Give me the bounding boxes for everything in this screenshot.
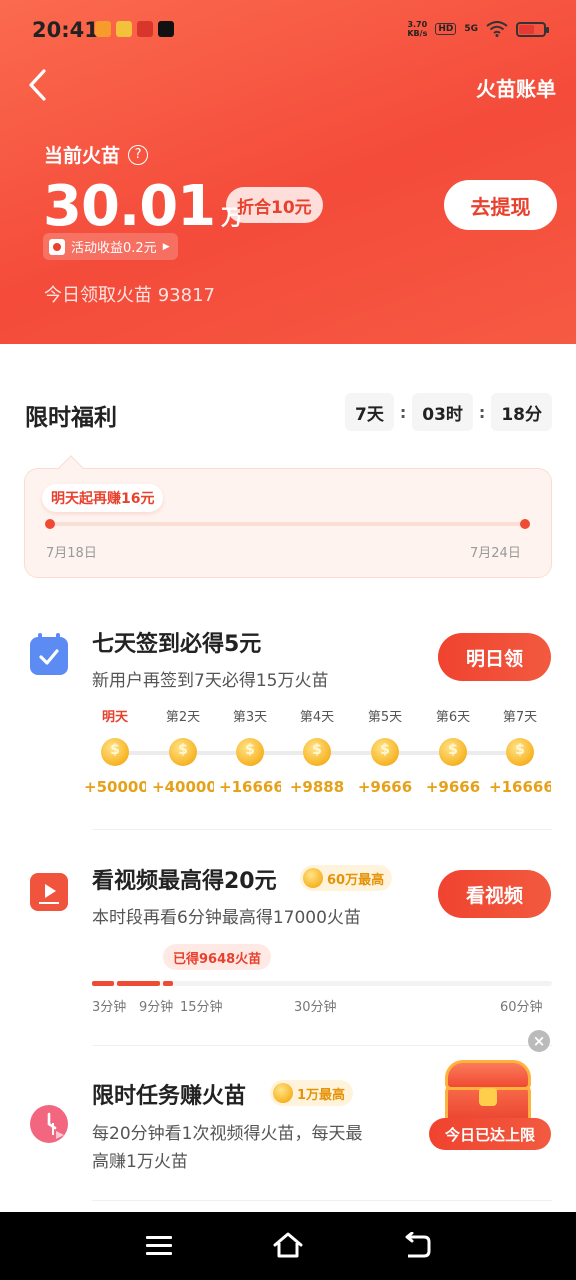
today-claim-text: 今日领取火苗 93817 [44, 285, 215, 306]
section-title-limited: 限时福利 [25, 405, 117, 431]
countdown-minutes: 18分 [491, 393, 552, 431]
limited-task-subtitle-line2: 高赚1万火苗 [92, 1152, 188, 1172]
red-packet-icon [49, 238, 65, 255]
checkin-days-row: 明天 +50000 第2天 +40000 第3天 +16666 第4天 +988… [84, 706, 556, 798]
calendar-check-icon [30, 633, 68, 675]
header: 20:41 3.70 KB/s HD 5G 火苗账单 当前火苗 ? 30.01 … [0, 0, 576, 346]
video-max-badge: 60万最高 [300, 865, 393, 891]
coin-icon [506, 738, 534, 766]
status-bar: 20:41 3.70 KB/s HD 5G [0, 0, 576, 60]
checkin-day: 第3天 +16666 [219, 706, 281, 796]
home-icon[interactable] [272, 1230, 304, 1260]
menu-icon[interactable] [146, 1236, 172, 1256]
video-mark: 30分钟 [294, 1000, 337, 1015]
bonus-track [50, 522, 526, 526]
video-progress-segment [163, 981, 173, 986]
video-subtitle: 本时段再看6分钟最高得17000火苗 [92, 908, 361, 928]
status-app-icons [95, 21, 174, 37]
bonus-start-date: 7月18日 [46, 546, 97, 561]
checkin-day: 明天 +50000 [84, 706, 146, 796]
video-progress-segment [92, 981, 114, 986]
checkin-claim-button[interactable]: 明日领 [438, 633, 551, 681]
back-arrow-icon[interactable] [24, 68, 54, 102]
watch-video-button[interactable]: 看视频 [438, 870, 551, 918]
battery-icon [516, 21, 549, 37]
limited-task-subtitle-line1: 每20分钟看1次视频得火苗，每天最 [92, 1124, 363, 1144]
video-progress-track [92, 981, 552, 986]
bonus-start-dot [45, 519, 55, 529]
coin-icon [169, 738, 197, 766]
coin-icon [439, 738, 467, 766]
video-mark: 3分钟 [92, 1000, 127, 1015]
coin-icon [303, 868, 323, 888]
checkin-day: 第6天 +9666 [422, 706, 484, 796]
coin-icon [273, 1083, 293, 1103]
checkin-day: 第2天 +40000 [152, 706, 214, 796]
divider [92, 1200, 552, 1201]
balance-amount: 30.01 万 [43, 174, 243, 239]
bonus-tag: 明天起再赚16元 [42, 484, 164, 512]
status-time: 20:41 [32, 18, 99, 42]
chevron-right-icon: ▶ [162, 241, 170, 252]
coin-icon [236, 738, 264, 766]
checkin-day: 第7天 +16666 [489, 706, 551, 796]
bonus-end-date: 7月24日 [470, 546, 521, 561]
video-title: 看视频最高得20元 [92, 869, 277, 894]
signal-5g-icon: 5G [464, 24, 478, 34]
checkin-day: 第5天 +9666 [354, 706, 416, 796]
video-mark: 15分钟 [180, 1000, 223, 1015]
wifi-icon [486, 21, 508, 37]
countdown-timer: 7天 : 03时 : 18分 [345, 393, 552, 431]
video-play-icon [30, 873, 68, 911]
tiktok-icon [158, 21, 174, 37]
coin-icon [303, 738, 331, 766]
countdown-hours: 03时 [412, 393, 473, 431]
net-speed: 3.70 KB/s [407, 20, 428, 38]
video-progress-segment [117, 981, 160, 986]
bonus-end-dot [520, 519, 530, 529]
hd-icon: HD [435, 23, 457, 35]
help-icon[interactable]: ? [128, 144, 149, 165]
video-mark: 9分钟 [139, 1000, 174, 1015]
system-nav-bar [0, 1212, 576, 1280]
limited-task-title: 限时任务赚火苗 [92, 1084, 247, 1109]
withdraw-button[interactable]: 去提现 [444, 180, 557, 230]
clock-play-icon [30, 1105, 68, 1143]
close-icon[interactable]: × [528, 1030, 550, 1052]
ledger-link[interactable]: 火苗账单 [476, 73, 556, 102]
checkin-day: 第4天 +9888 [286, 706, 348, 796]
coin-icon [371, 738, 399, 766]
activity-income-link[interactable]: 活动收益0.2元 ▶ [43, 233, 178, 260]
countdown-days: 7天 [345, 393, 394, 431]
video-mark: 60分钟 [500, 1000, 543, 1015]
divider [92, 1045, 552, 1046]
worth-badge: 折合10元 [226, 187, 323, 223]
checkin-title: 七天签到必得5元 [92, 632, 262, 657]
app-notification-icon [116, 21, 132, 37]
daily-limit-badge: 今日已达上限 [429, 1118, 551, 1150]
divider [92, 829, 552, 830]
app-notification-icon [137, 21, 153, 37]
back-icon[interactable] [402, 1232, 432, 1260]
current-balance-label: 当前火苗 ? [44, 141, 149, 168]
status-indicators: 3.70 KB/s HD 5G [407, 20, 549, 38]
coin-icon [101, 738, 129, 766]
checkin-subtitle: 新用户再签到7天必得15万火苗 [92, 671, 329, 691]
limited-task-max-badge: 1万最高 [270, 1080, 354, 1106]
app-notification-icon [95, 21, 111, 37]
earned-tag: 已得9648火苗 [163, 944, 272, 970]
